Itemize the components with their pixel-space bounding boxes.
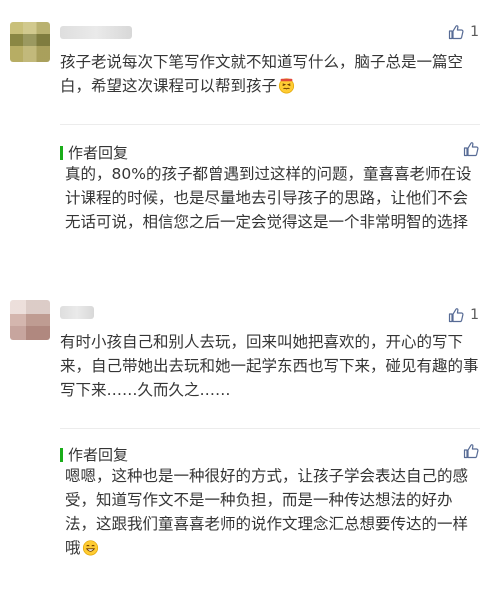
author-reply-header: 作者回复 <box>60 444 128 465</box>
author-reply-text: 真的，80%的孩子都曾遇到过这样的问题，童喜喜老师在设计课程的时候，也是尽量地去… <box>65 165 472 231</box>
thumb-up-icon <box>463 444 479 459</box>
avatar[interactable] <box>10 22 50 62</box>
reply-like-button[interactable] <box>463 141 479 157</box>
reply-divider <box>60 124 480 125</box>
like-count: 1 <box>470 307 479 323</box>
nickname-blurred <box>60 306 94 319</box>
reply-mark <box>60 145 63 160</box>
reply-like-button[interactable] <box>463 443 479 459</box>
author-reply-header: 作者回复 <box>60 142 128 163</box>
author-reply-label: 作者回复 <box>68 446 129 464</box>
comment-text: 有时小孩自己和别人去玩，回来叫她把喜欢的，开心的写下来，自己带她出去玩和她一起学… <box>60 333 479 399</box>
avatar[interactable] <box>10 300 50 340</box>
confounded-face-emoji <box>278 78 295 94</box>
like-button[interactable]: 1 <box>448 307 479 323</box>
reply-mark <box>60 447 63 462</box>
thumb-up-icon <box>463 142 479 157</box>
reply-divider <box>60 428 480 429</box>
comment-text: 孩子老说每次下笔写作文就不知道写什么，脑子总是一篇空白，希望这次课程可以帮到孩子 <box>60 53 464 95</box>
nickname-blurred <box>60 26 132 39</box>
like-count: 1 <box>470 24 479 40</box>
thumb-up-icon <box>448 308 464 323</box>
grinning-face-emoji <box>82 540 98 556</box>
like-button[interactable]: 1 <box>448 24 479 40</box>
thumb-up-icon <box>448 25 464 40</box>
author-reply-text: 嗯嗯，这种也是一种很好的方式，让孩子学会表达自己的感受，知道写作文不是一种负担，… <box>65 467 469 557</box>
author-reply-label: 作者回复 <box>68 144 129 162</box>
